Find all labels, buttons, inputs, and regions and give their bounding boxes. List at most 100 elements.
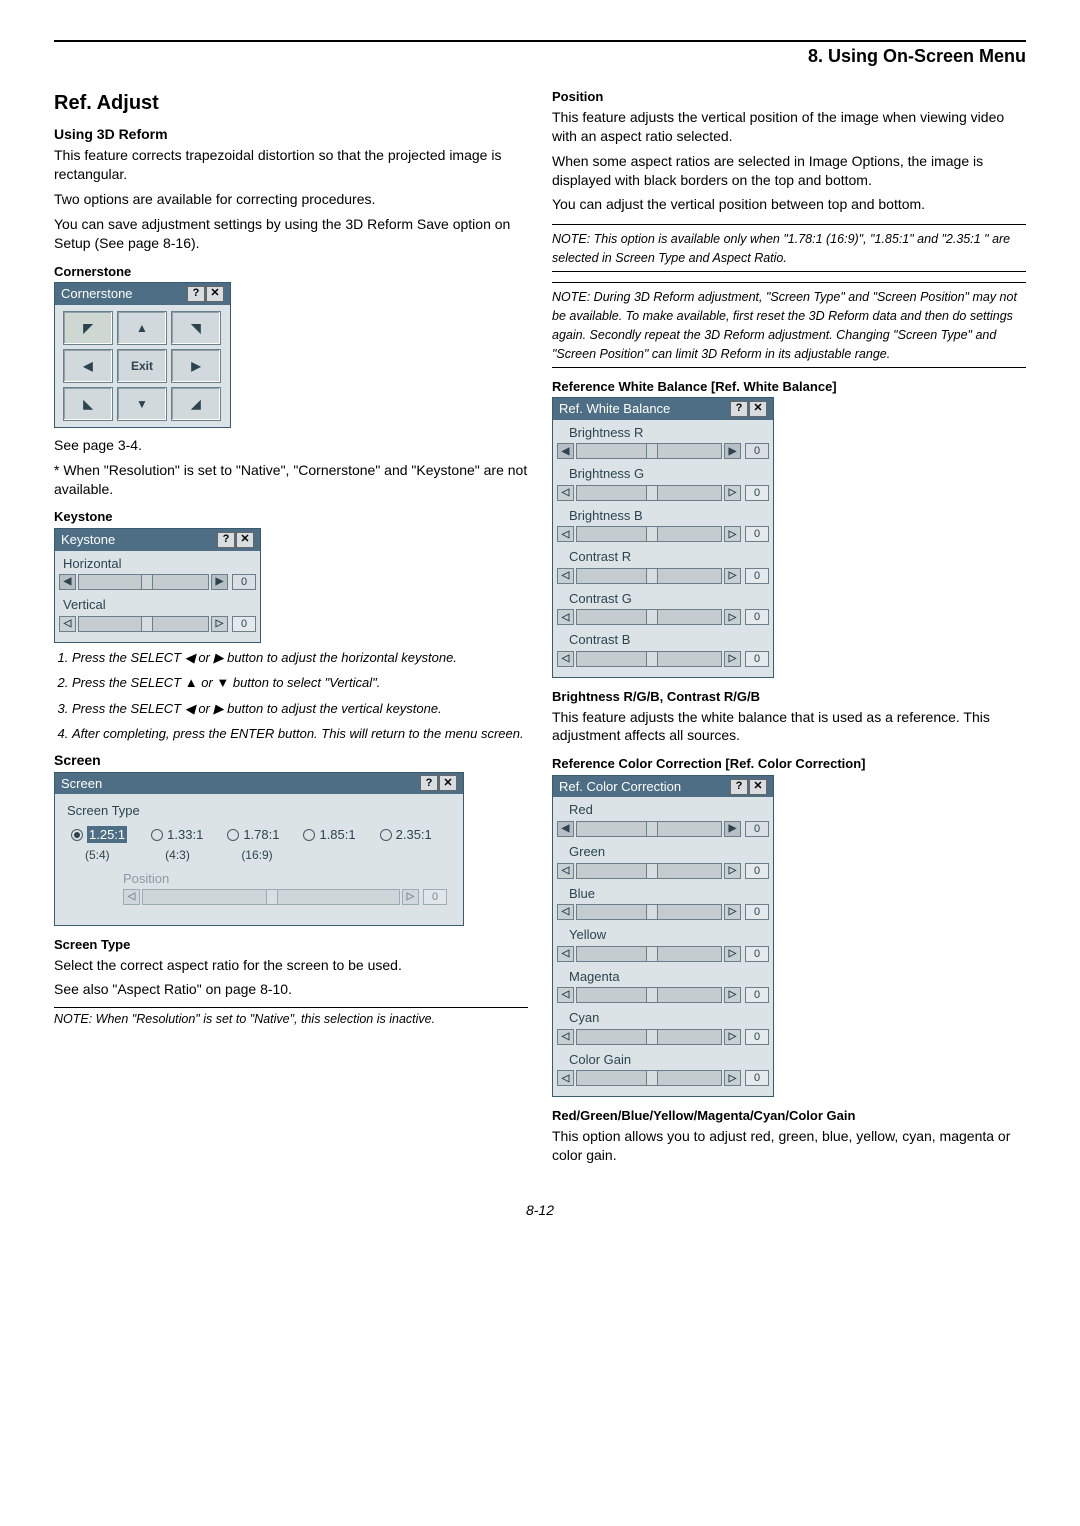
help-icon[interactable]: ? xyxy=(420,775,438,791)
radio-icon[interactable] xyxy=(227,829,239,841)
radio-icon[interactable] xyxy=(303,829,315,841)
adjust-slider[interactable]: ◁▷0 xyxy=(557,946,769,962)
screen-ratio-option[interactable]: 1.33:1(4:3) xyxy=(151,826,203,864)
adjust-slider[interactable]: ◁▷0 xyxy=(557,987,769,1003)
adjust-slider[interactable]: ◁▷0 xyxy=(557,651,769,667)
arrow-right-icon[interactable]: ▷ xyxy=(211,616,228,632)
arrow-right-icon[interactable]: ▷ xyxy=(724,904,741,920)
arrow-right-icon: ▷ xyxy=(402,889,419,905)
arrow-right-icon[interactable]: ▷ xyxy=(724,1070,741,1086)
header-rule xyxy=(54,40,1026,42)
adjust-slider[interactable]: ◀▶0 xyxy=(557,821,769,837)
keystone-v-value: 0 xyxy=(232,616,256,632)
arrow-right-icon[interactable]: ▷ xyxy=(724,946,741,962)
arrow-right-icon[interactable]: ▶ xyxy=(724,443,741,459)
radio-icon[interactable] xyxy=(380,829,392,841)
adjust-slider[interactable]: ◁▷0 xyxy=(557,485,769,501)
keystone-dialog-title: Keystone xyxy=(61,531,115,549)
adjust-slider[interactable]: ◁ ▷0 xyxy=(557,568,769,584)
adjust-slider[interactable]: ◁▷0 xyxy=(557,1029,769,1045)
radio-icon[interactable] xyxy=(71,829,83,841)
help-icon[interactable]: ? xyxy=(217,532,235,548)
arrow-right-icon[interactable]: ▷ xyxy=(724,485,741,501)
ratio-sublabel: (16:9) xyxy=(241,847,272,863)
adjust-slider[interactable]: ◀▶0 xyxy=(557,443,769,459)
corner-bottom[interactable]: ▼ xyxy=(117,387,167,421)
heading-screen: Screen xyxy=(54,751,528,770)
arrow-left-icon[interactable]: ◁ xyxy=(557,568,574,584)
right-column: Position This feature adjusts the vertic… xyxy=(552,86,1026,1170)
slider-label: Contrast R xyxy=(557,546,769,566)
arrow-left-icon[interactable]: ◁ xyxy=(557,863,574,879)
arrow-left-icon[interactable]: ◀ xyxy=(557,821,574,837)
arrow-right-icon[interactable]: ▷ xyxy=(724,987,741,1003)
arrow-left-icon[interactable]: ◀ xyxy=(557,443,574,459)
corner-top-right[interactable]: ◥ xyxy=(171,311,221,345)
ratio-sublabel: (5:4) xyxy=(85,847,110,863)
ratio-sublabel: (4:3) xyxy=(165,847,190,863)
corner-top[interactable]: ▲ xyxy=(117,311,167,345)
screen-ratio-option[interactable]: 2.35:1 xyxy=(380,826,432,864)
corner-bottom-right[interactable]: ◢ xyxy=(171,387,221,421)
adjust-slider[interactable]: ◁▷0 xyxy=(557,904,769,920)
text-screen-type-1: Select the correct aspect ratio for the … xyxy=(54,956,528,975)
corner-top-left[interactable]: ◤ xyxy=(63,311,113,345)
arrow-right-icon[interactable]: ▶ xyxy=(724,821,741,837)
adjust-slider[interactable]: ◁▷0 xyxy=(557,863,769,879)
radio-icon[interactable] xyxy=(151,829,163,841)
arrow-right-icon[interactable]: ▷ xyxy=(724,609,741,625)
adjust-slider[interactable]: ◁ ▷0 xyxy=(557,609,769,625)
keystone-horizontal-slider[interactable]: ◀ ▶ 0 xyxy=(59,574,256,590)
close-icon[interactable]: ✕ xyxy=(749,401,767,417)
keystone-vertical-slider[interactable]: ◁ ▷ 0 xyxy=(59,616,256,632)
arrow-right-icon[interactable]: ▷ xyxy=(724,526,741,542)
help-icon[interactable]: ? xyxy=(730,779,748,795)
help-icon[interactable]: ? xyxy=(730,401,748,417)
adjust-slider[interactable]: ◁▷0 xyxy=(557,1070,769,1086)
note-block-2: NOTE: During 3D Reform adjustment, "Scre… xyxy=(552,282,1026,368)
arrow-right-icon[interactable]: ▷ xyxy=(724,1029,741,1045)
keystone-steps: Press the SELECT ◀ or ▶ button to adjust… xyxy=(54,649,528,743)
slider-value: 0 xyxy=(745,609,769,625)
heading-brightness-contrast: Brightness R/G/B, Contrast R/G/B xyxy=(552,688,1026,706)
screen-type-options: 1.25:1(5:4) 1.33:1(4:3) 1.78:1(16:9) 1.85:1… xyxy=(63,824,455,866)
help-icon[interactable]: ? xyxy=(187,286,205,302)
arrow-right-icon[interactable]: ▷ xyxy=(724,568,741,584)
close-icon[interactable]: ✕ xyxy=(206,286,224,302)
arrow-left-icon[interactable]: ◁ xyxy=(557,904,574,920)
arrow-left-icon[interactable]: ◁ xyxy=(557,651,574,667)
screen-ratio-option[interactable]: 1.25:1(5:4) xyxy=(71,826,127,864)
arrow-left-icon[interactable]: ◁ xyxy=(557,526,574,542)
close-icon[interactable]: ✕ xyxy=(236,532,254,548)
text-3dreform-3: You can save adjustment settings by usin… xyxy=(54,215,528,253)
corner-right[interactable]: ▶ xyxy=(171,349,221,383)
arrow-left-icon[interactable]: ◁ xyxy=(557,1070,574,1086)
corner-exit-button[interactable]: Exit xyxy=(117,349,167,383)
arrow-right-icon[interactable]: ▷ xyxy=(724,651,741,667)
arrow-left-icon[interactable]: ◀ xyxy=(59,574,76,590)
slider-label: Cyan xyxy=(557,1007,769,1027)
arrow-left-icon[interactable]: ◁ xyxy=(557,987,574,1003)
adjust-slider[interactable]: ◁▷0 xyxy=(557,526,769,542)
corner-bottom-left[interactable]: ◣ xyxy=(63,387,113,421)
cornerstone-dialog: Cornerstone ? ✕ ◤ ▲ ◥ ◀ Exit ▶ ◣ ▼ ◢ xyxy=(54,282,231,428)
screen-ratio-option[interactable]: 1.85:1 xyxy=(303,826,355,864)
arrow-left-icon[interactable]: ◁ xyxy=(557,609,574,625)
arrow-right-icon[interactable]: ▷ xyxy=(724,863,741,879)
slider-label: Blue xyxy=(557,883,769,903)
arrow-left-icon[interactable]: ◁ xyxy=(557,1029,574,1045)
slider-value: 0 xyxy=(745,568,769,584)
arrow-left-icon[interactable]: ◁ xyxy=(59,616,76,632)
arrow-right-icon[interactable]: ▶ xyxy=(211,574,228,590)
color-correction-dialog-title: Ref. Color Correction xyxy=(559,778,681,796)
close-icon[interactable]: ✕ xyxy=(439,775,457,791)
screen-ratio-option[interactable]: 1.78:1(16:9) xyxy=(227,826,279,864)
screen-type-label: Screen Type xyxy=(63,800,455,824)
heading-screen-type: Screen Type xyxy=(54,936,528,954)
text-3dreform-2: Two options are available for correcting… xyxy=(54,190,528,209)
arrow-left-icon[interactable]: ◁ xyxy=(557,946,574,962)
corner-left[interactable]: ◀ xyxy=(63,349,113,383)
arrow-left-icon[interactable]: ◁ xyxy=(557,485,574,501)
note-1-text: NOTE: This option is available only when… xyxy=(552,232,1010,265)
close-icon[interactable]: ✕ xyxy=(749,779,767,795)
